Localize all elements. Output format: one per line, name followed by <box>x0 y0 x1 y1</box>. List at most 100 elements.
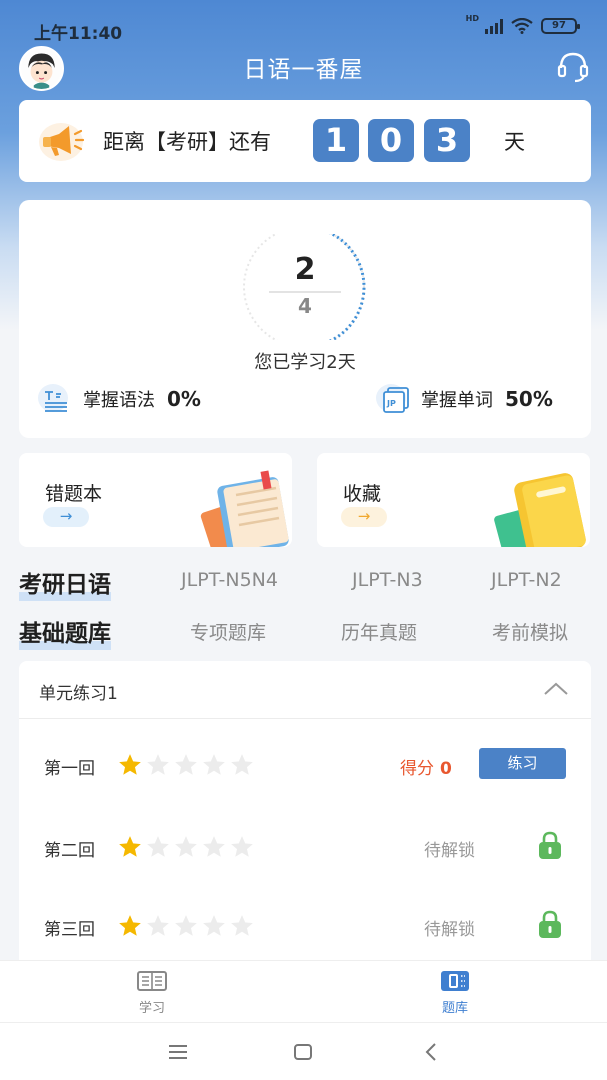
favorites-label: 收藏 <box>343 483 382 505</box>
nav-question-bank-label: 题库 <box>441 1001 468 1016</box>
grammar-stat: 掌握语法 0% <box>37 382 201 416</box>
words-icon: JP <box>376 384 409 413</box>
lock-icon <box>539 910 561 938</box>
star-filled-icon <box>119 754 141 775</box>
megaphone-icon <box>39 123 85 161</box>
countdown-suffix: 天 <box>504 130 525 154</box>
countdown-prefix: 距离【考研】还有 <box>103 130 271 154</box>
grammar-label: 掌握语法 <box>83 390 155 411</box>
back-icon[interactable] <box>420 1041 444 1063</box>
star-empty-icon <box>175 836 197 857</box>
chevron-up-icon[interactable] <box>543 679 569 699</box>
status-icons: HD 97 <box>466 14 580 34</box>
tab-jlpt-n3[interactable]: JLPT-N3 <box>352 569 423 591</box>
countdown-digit: 3 <box>424 119 470 162</box>
tab-label: 基础题库 <box>19 621 111 647</box>
tab-past-exams[interactable]: 历年真题 <box>341 618 417 645</box>
practice-button[interactable]: 练习 <box>479 748 566 779</box>
tab-jlpt-n5n4[interactable]: JLPT-N5N4 <box>181 569 278 591</box>
notebook-illustration <box>200 470 289 547</box>
app-header: 日语一番屋 <box>0 40 607 91</box>
home-icon[interactable] <box>291 1041 315 1063</box>
score-label: 得分 <box>400 759 434 779</box>
progress-current: 2 <box>294 252 316 287</box>
tab-jlpt-n2[interactable]: JLPT-N2 <box>491 569 562 591</box>
round-row: 第三回 待解锁 <box>19 907 591 947</box>
books-illustration <box>494 473 586 547</box>
unit-practice-card: 单元练习1 第一回 得分 0 练习 第二回 待解锁 第三回 待解锁 <box>19 661 591 961</box>
star-empty-icon <box>147 836 169 857</box>
words-icon-text: JP <box>386 399 396 408</box>
level-tabs: 考研日语 JLPT-N5N4 JLPT-N3 JLPT-N2 <box>0 569 607 609</box>
star-rating <box>117 752 255 778</box>
star-rating <box>117 834 255 860</box>
round-name: 第二回 <box>44 841 95 861</box>
star-empty-icon <box>147 915 169 936</box>
progress-ring <box>242 234 366 340</box>
study-progress-card: 2 4 您已学习2天 掌握语法 0% JP 掌握单词 50% <box>19 200 591 438</box>
score: 得分 0 <box>400 754 452 779</box>
star-empty-icon <box>175 915 197 936</box>
question-bank-icon <box>441 971 469 991</box>
progress-total: 4 <box>298 294 312 318</box>
words-percent: 50% <box>505 387 553 411</box>
exam-countdown-card: 距离【考研】还有 1 0 3 天 <box>19 100 591 182</box>
star-filled-icon <box>119 915 141 936</box>
locked-status: 待解锁 <box>424 920 475 940</box>
headset-icon[interactable] <box>555 48 591 84</box>
star-empty-icon <box>203 836 225 857</box>
study-days-text: 您已学习2天 <box>254 352 356 373</box>
system-nav-bar <box>0 1022 607 1080</box>
countdown-digit: 1 <box>313 119 359 162</box>
words-label: 掌握单词 <box>421 390 493 411</box>
words-stat: JP 掌握单词 50% <box>375 382 553 416</box>
countdown-digit: 0 <box>368 119 414 162</box>
network-type-label: HD <box>465 13 479 23</box>
nav-study-label: 学习 <box>138 1001 165 1016</box>
wrong-questions-card[interactable]: 错题本 → <box>19 453 292 547</box>
tab-special-bank[interactable]: 专项题库 <box>190 618 266 645</box>
tab-basic-bank[interactable]: 基础题库 <box>19 614 111 650</box>
status-bar: 上午11:40 HD 97 <box>0 0 607 44</box>
favorites-card[interactable]: 收藏 → <box>317 453 590 547</box>
star-empty-icon <box>231 836 253 857</box>
progress-ring-track <box>243 234 365 340</box>
bottom-nav: 学习 题库 <box>0 960 607 1022</box>
star-empty-icon <box>231 915 253 936</box>
menu-icon[interactable] <box>166 1041 190 1063</box>
grammar-percent: 0% <box>167 387 201 411</box>
round-name: 第一回 <box>44 759 95 779</box>
round-row: 第二回 待解锁 <box>19 828 591 868</box>
tab-kaoyan-japanese[interactable]: 考研日语 <box>19 565 111 601</box>
tab-mock-exam[interactable]: 考前模拟 <box>492 618 568 645</box>
round-name: 第三回 <box>44 920 95 940</box>
arrow-right-icon[interactable]: → <box>43 507 89 527</box>
lock-icon <box>539 831 561 859</box>
star-empty-icon <box>231 754 253 775</box>
app-title: 日语一番屋 <box>243 57 364 83</box>
unit-title: 单元练习1 <box>39 684 118 704</box>
bank-tabs: 基础题库 专项题库 历年真题 考前模拟 <box>0 618 607 658</box>
wrong-questions-label: 错题本 <box>45 483 103 505</box>
star-empty-icon <box>147 754 169 775</box>
round-row: 第一回 得分 0 练习 <box>19 746 591 786</box>
wifi-icon <box>511 18 533 34</box>
progress-ring-fill <box>242 234 366 340</box>
star-empty-icon <box>175 754 197 775</box>
battery-icon: 97 <box>541 18 580 34</box>
star-rating <box>117 913 255 939</box>
nav-study[interactable]: 学习 <box>92 961 212 1016</box>
star-filled-icon <box>119 836 141 857</box>
signal-icon <box>485 18 503 34</box>
book-icon <box>137 971 167 991</box>
nav-question-bank[interactable]: 题库 <box>395 961 515 1016</box>
star-empty-icon <box>203 754 225 775</box>
arrow-right-icon[interactable]: → <box>341 507 387 527</box>
locked-status: 待解锁 <box>424 841 475 861</box>
score-value: 0 <box>440 759 452 779</box>
progress-divider <box>269 291 341 293</box>
grammar-icon <box>38 384 68 412</box>
star-empty-icon <box>203 915 225 936</box>
unit-header[interactable]: 单元练习1 <box>19 661 591 719</box>
tab-label: 考研日语 <box>19 572 111 598</box>
